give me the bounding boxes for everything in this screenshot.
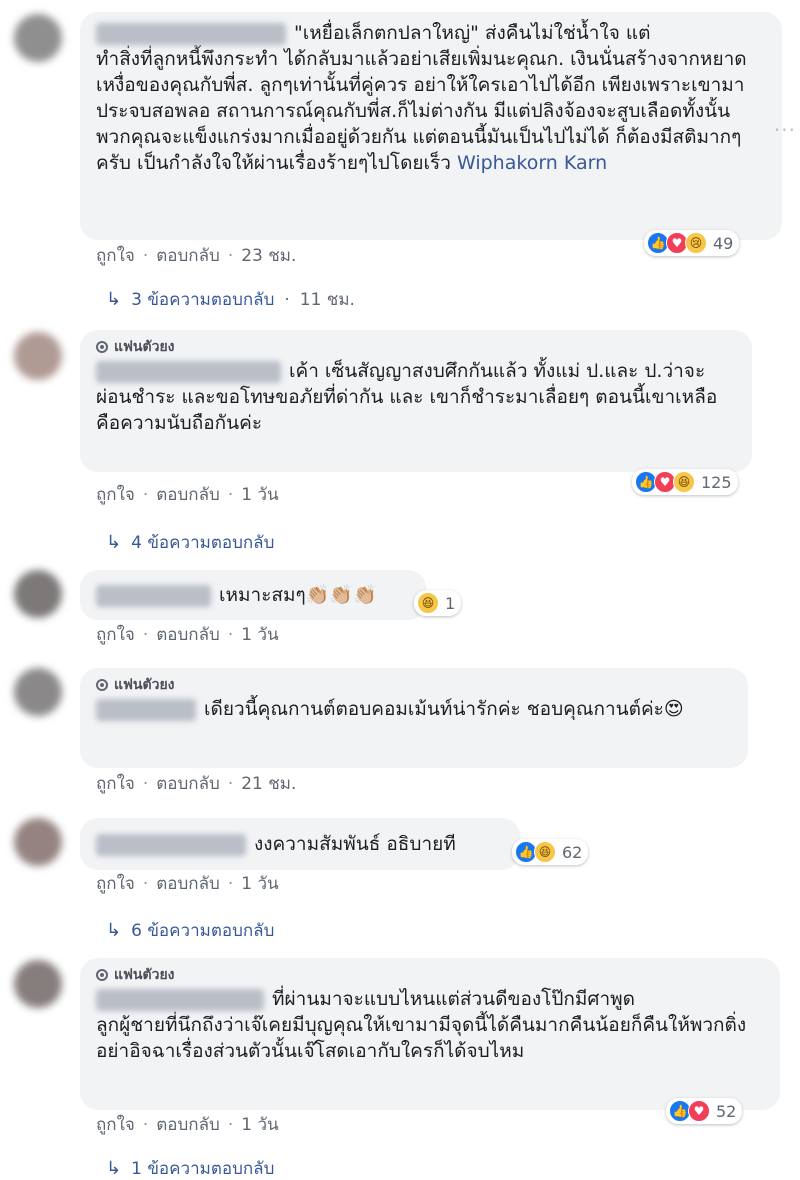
avatar[interactable] [14, 960, 62, 1008]
replies-count[interactable]: 1 ข้อความตอบกลับ [131, 1158, 274, 1180]
avatar[interactable] [14, 818, 62, 866]
reply-link[interactable]: ตอบกลับ [156, 245, 220, 267]
love-reaction-icon: ♥ [688, 1100, 710, 1122]
view-replies-link[interactable]: ↳ 3 ข้อความตอบกลับ · 11 ชม. [106, 289, 355, 311]
view-replies-link[interactable]: ↳ 6 ข้อความตอบกลับ [106, 920, 274, 942]
reaction-count: 62 [562, 842, 583, 862]
comment-bubble: งงความสัมพันธ์ อธิบายที [80, 818, 520, 870]
top-fan-icon [96, 341, 108, 353]
top-fan-icon [96, 969, 108, 981]
reply-link[interactable]: ตอบกลับ [156, 1114, 220, 1136]
comment-text: เดียวนี้คุณกานต์ตอบคอมเม้นท์น่ารักค่ะ ชอ… [204, 698, 684, 720]
comment-bubble: "เหยื่อเล็กตกปลาใหญ่" ส่งคืนไม่ใช่น้ำใจ … [80, 12, 782, 240]
comment-time[interactable]: 1 วัน [241, 624, 278, 646]
reaction-summary[interactable]: 👍 😆 62 [512, 839, 589, 865]
comment-actions: ถูกใจ · ตอบกลับ · 1 วัน [96, 1114, 279, 1136]
like-link[interactable]: ถูกใจ [96, 245, 135, 267]
commenter-name[interactable] [96, 584, 211, 607]
commenter-name[interactable] [96, 988, 264, 1011]
comment-actions: ถูกใจ · ตอบกลับ · 1 วัน [96, 624, 279, 646]
comment-text: ที่ผ่านมาจะแบบไหนแต่ส่วนดีของโป๊กมีศาพูด [272, 988, 636, 1010]
haha-reaction-icon: 😆 [673, 471, 695, 493]
like-link[interactable]: ถูกใจ [96, 484, 135, 506]
avatar[interactable] [14, 668, 62, 716]
commenter-name[interactable] [96, 698, 196, 721]
avatar[interactable] [14, 570, 62, 618]
top-fan-badge: แฟนตัวยง [96, 676, 734, 694]
comment-actions: ถูกใจ · ตอบกลับ · 1 วัน [96, 873, 279, 895]
reply-link[interactable]: ตอบกลับ [156, 873, 220, 895]
comment-bubble: แฟนตัวยง เดียวนี้คุณกานต์ตอบคอมเม้นท์น่า… [80, 668, 748, 768]
avatar[interactable] [14, 14, 62, 62]
like-link[interactable]: ถูกใจ [96, 873, 135, 895]
comment-actions: ถูกใจ · ตอบกลับ · 23 ชม. [96, 245, 297, 267]
comment-bubble: แฟนตัวยง เค้า เซ็นสัญญาสงบศึกกันแล้ว ทั้… [80, 330, 752, 472]
replies-count[interactable]: 4 ข้อความตอบกลับ [131, 532, 274, 554]
replies-count[interactable]: 3 ข้อความตอบกลับ [131, 289, 274, 311]
comment-actions: ถูกใจ · ตอบกลับ · 1 วัน [96, 484, 279, 506]
reply-arrow-icon: ↳ [106, 920, 122, 941]
reaction-count: 52 [716, 1101, 737, 1121]
like-link[interactable]: ถูกใจ [96, 773, 135, 795]
reply-arrow-icon: ↳ [106, 532, 122, 553]
view-replies-link[interactable]: ↳ 4 ข้อความตอบกลับ [106, 532, 274, 554]
comment-text: งงความสัมพันธ์ อธิบายที [254, 833, 456, 855]
commenter-name[interactable] [96, 360, 281, 383]
replies-time: 11 ชม. [299, 290, 355, 310]
commenter-name[interactable] [96, 22, 286, 45]
top-fan-icon [96, 679, 108, 691]
top-fan-badge: แฟนตัวยง [96, 338, 738, 356]
comment-time[interactable]: 1 วัน [241, 873, 278, 895]
top-fan-badge: แฟนตัวยง [96, 966, 766, 984]
reaction-count: 49 [713, 233, 734, 253]
reaction-summary[interactable]: 😆 1 [414, 590, 462, 616]
more-options-icon[interactable]: ··· [774, 118, 796, 142]
comment-time[interactable]: 21 ชม. [241, 773, 296, 795]
commenter-name[interactable] [96, 833, 246, 856]
comment-text: ทำสิ่งที่ลูกหนี้พึงกระทำ ได้กลับมาแล้วอย… [96, 48, 747, 174]
reaction-summary[interactable]: 👍 ♥ 😆 125 [632, 469, 738, 495]
reaction-summary[interactable]: 👍 ♥ 😢 49 [644, 230, 740, 256]
reply-arrow-icon: ↳ [106, 1158, 122, 1179]
sad-reaction-icon: 😢 [685, 232, 707, 254]
comment-text: "เหยื่อเล็กตกปลาใหญ่" ส่งคืนไม่ใช่น้ำใจ … [294, 22, 651, 44]
mention-link[interactable]: Wiphakorn Karn [457, 152, 607, 174]
reply-link[interactable]: ตอบกลับ [156, 624, 220, 646]
comment-actions: ถูกใจ · ตอบกลับ · 21 ชม. [96, 773, 297, 795]
comment-time[interactable]: 1 วัน [241, 484, 278, 506]
haha-reaction-icon: 😆 [417, 592, 439, 614]
view-replies-link[interactable]: ↳ 1 ข้อความตอบกลับ [106, 1158, 274, 1180]
like-link[interactable]: ถูกใจ [96, 1114, 135, 1136]
comment-text: ลูกผู้ชายที่นึกถึงว่าเจ๊เคยมีบุญคุณให้เข… [96, 1014, 747, 1062]
reaction-summary[interactable]: 👍 ♥ 52 [666, 1098, 743, 1124]
reaction-count: 1 [445, 593, 456, 613]
comment-bubble: เหมาะสมๆ👏🏼👏🏼👏🏼 [80, 570, 426, 620]
reply-link[interactable]: ตอบกลับ [156, 484, 220, 506]
comment-time[interactable]: 1 วัน [241, 1114, 278, 1136]
comment-time[interactable]: 23 ชม. [241, 245, 296, 267]
replies-count[interactable]: 6 ข้อความตอบกลับ [131, 920, 274, 942]
reply-arrow-icon: ↳ [106, 289, 122, 310]
haha-reaction-icon: 😆 [534, 841, 556, 863]
comment-bubble: แฟนตัวยง ที่ผ่านมาจะแบบไหนแต่ส่วนดีของโป… [80, 958, 780, 1110]
like-link[interactable]: ถูกใจ [96, 624, 135, 646]
reply-link[interactable]: ตอบกลับ [156, 773, 220, 795]
reaction-count: 125 [701, 472, 732, 492]
avatar[interactable] [14, 332, 62, 380]
comment-text: เหมาะสมๆ👏🏼👏🏼👏🏼 [219, 584, 377, 606]
